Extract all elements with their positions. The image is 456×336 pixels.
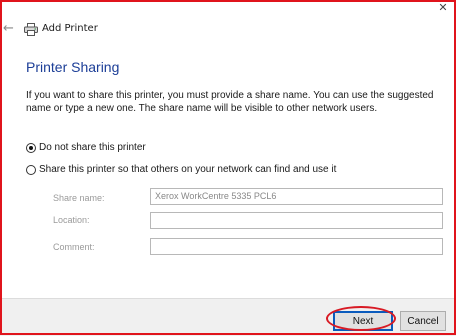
share-name-label: Share name: [53, 193, 105, 203]
back-arrow-icon: ← [3, 21, 14, 36]
comment-input[interactable] [150, 238, 443, 255]
option-share[interactable]: Share this printer so that others on you… [26, 164, 336, 176]
option-do-not-share-label: Do not share this printer [39, 142, 146, 153]
location-label: Location: [53, 215, 90, 225]
printer-icon [24, 23, 38, 36]
window-title: Add Printer [42, 23, 98, 34]
close-icon: ✕ [438, 0, 448, 14]
close-button[interactable]: ✕ [432, 0, 454, 14]
back-button[interactable]: ← [3, 21, 14, 37]
comment-label: Comment: [53, 242, 95, 252]
option-do-not-share[interactable]: Do not share this printer [26, 142, 146, 154]
location-input[interactable] [150, 212, 443, 229]
next-button[interactable]: Next [333, 311, 393, 331]
option-share-label: Share this printer so that others on you… [39, 164, 337, 175]
radio-share[interactable] [26, 165, 36, 175]
cancel-button[interactable]: Cancel [400, 311, 446, 331]
share-name-input[interactable]: Xerox WorkCentre 5335 PCL6 [150, 188, 443, 205]
radio-do-not-share[interactable] [26, 143, 36, 153]
page-description: If you want to share this printer, you m… [26, 90, 434, 114]
page-title: Printer Sharing [26, 59, 120, 75]
